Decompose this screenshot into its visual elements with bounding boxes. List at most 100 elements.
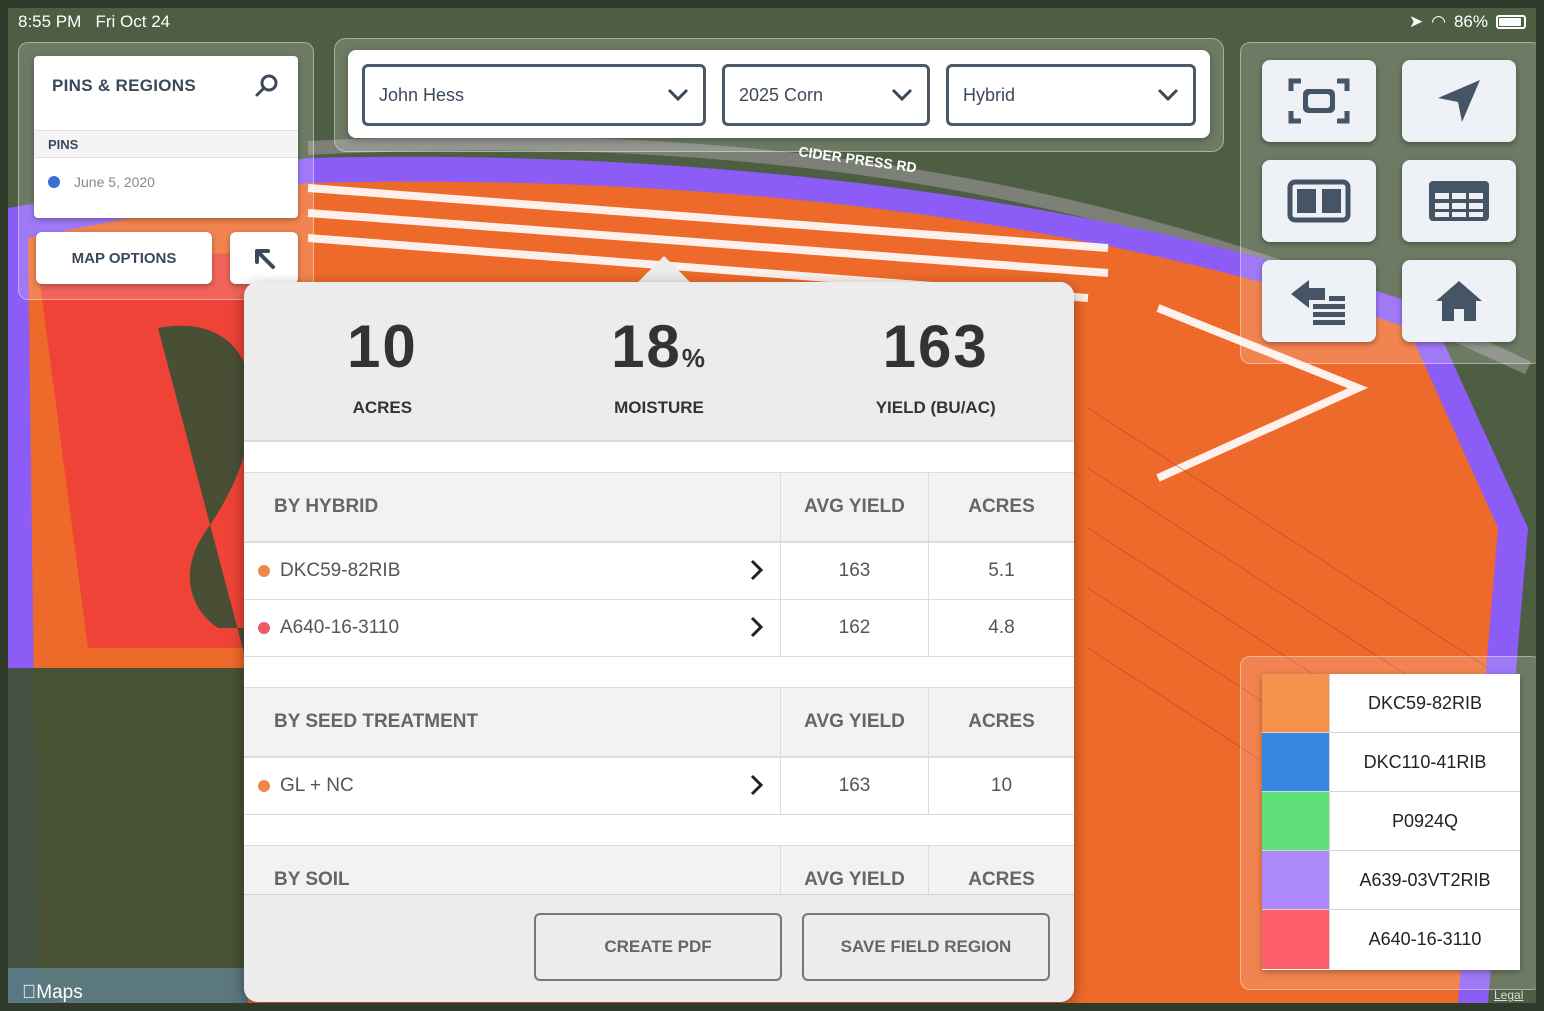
wifi-icon: ◠ (1431, 12, 1446, 31)
row-name-cell: A640-16-3110 (244, 600, 780, 656)
popup-footer: CREATE PDF SAVE FIELD REGION (244, 894, 1074, 1002)
chevron-down-icon (667, 88, 689, 102)
collapse-panel-button[interactable] (230, 232, 298, 284)
grower-value: John Hess (379, 84, 465, 105)
legend-label: DKC110-41RIB (1363, 751, 1487, 772)
section-by-hybrid: BY HYBRID AVG YIELD ACRES DKC59-82RIB 16… (244, 472, 1074, 657)
table-view-icon (1429, 181, 1489, 221)
map-options-button[interactable]: MAP OPTIONS (36, 232, 212, 284)
legend-swatch (1262, 733, 1330, 791)
hybrid-dot-icon (258, 565, 270, 577)
status-bar: 8:55 PM Fri Oct 24 ➤ ◠ 86% (8, 8, 1536, 34)
row-avg-yield: 163 (780, 543, 928, 599)
legend-swatch (1262, 851, 1330, 909)
legend-swatch (1262, 792, 1330, 850)
field-summary-popup: 10 ACRES 18% MOISTURE 163 YIELD (BU/AC) … (244, 282, 1074, 1002)
app-frame: CIDER PRESS RD 8:55 PM Fri Oct 24 ➤ ◠ 86… (8, 8, 1536, 1003)
zoom-fit-button[interactable] (1262, 60, 1376, 142)
stat-moisture: 18% MOISTURE (521, 282, 798, 440)
treatment-dot-icon (258, 780, 270, 792)
section-gap (244, 657, 1074, 687)
pin-item[interactable]: June 5, 2020 (34, 158, 298, 206)
summary-stats: 10 ACRES 18% MOISTURE 163 YIELD (BU/AC) (244, 282, 1074, 442)
pin-dot-icon (48, 176, 60, 188)
row-acres: 10 (928, 758, 1074, 814)
legend-row: P0924Q (1262, 792, 1520, 851)
back-list-button[interactable] (1262, 260, 1376, 342)
season-dropdown[interactable]: 2025 Corn (722, 64, 930, 126)
location-services-icon: ➤ (1408, 12, 1424, 31)
split-view-button[interactable] (1262, 160, 1376, 242)
back-list-icon (1291, 280, 1345, 325)
acres-header: ACRES (928, 688, 1074, 756)
location-arrow-icon (1438, 80, 1480, 122)
layer-dropdown[interactable]: Hybrid (946, 64, 1196, 126)
split-view-icon (1287, 179, 1351, 223)
row-name: DKC59-82RIB (280, 560, 401, 581)
section-title: BY SEED TREATMENT (274, 711, 479, 732)
layer-value: Hybrid (963, 84, 1016, 105)
legend-row: DKC110-41RIB (1262, 733, 1520, 792)
collapse-arrow-icon (255, 249, 275, 269)
apple-logo-icon:  (22, 982, 36, 1003)
row-avg-yield: 162 (780, 600, 928, 656)
row-acres: 4.8 (928, 600, 1074, 656)
zoom-fit-icon (1288, 78, 1350, 124)
maps-attribution: Maps (22, 982, 83, 1003)
row-avg-yield: 163 (780, 758, 928, 814)
avg-yield-header: AVG YIELD (780, 688, 928, 756)
chevron-right-icon (750, 774, 764, 796)
search-icon[interactable] (254, 73, 280, 99)
chevron-down-icon (891, 88, 913, 102)
status-time: 8:55 PM (18, 12, 82, 31)
home-icon (1436, 281, 1482, 321)
legend-label: A640-16-3110 (1368, 929, 1482, 949)
section-by-seed-treatment: BY SEED TREATMENT AVG YIELD ACRES GL + N… (244, 687, 1074, 815)
table-row[interactable]: A640-16-3110 162 4.8 (244, 600, 1074, 657)
legend-label: DKC59-82RIB (1367, 692, 1483, 713)
section-gap (244, 815, 1074, 845)
save-field-region-button[interactable]: SAVE FIELD REGION (802, 913, 1050, 981)
chevron-down-icon (1157, 88, 1179, 102)
hybrid-legend: DKC59-82RIB DKC110-41RIB P0924Q A639-03V… (1262, 674, 1520, 970)
row-name-cell: DKC59-82RIB (244, 543, 780, 599)
home-button[interactable] (1402, 260, 1516, 342)
filter-bar: John Hess 2025 Corn Hybrid (348, 50, 1210, 138)
status-indicators: ➤ ◠ 86% (1409, 12, 1526, 32)
section-title: BY HYBRID (274, 496, 379, 517)
pin-label: June 5, 2020 (74, 174, 155, 190)
yield-label: YIELD (BU/AC) (875, 398, 996, 417)
battery-percent: 86% (1453, 12, 1488, 31)
legend-label: P0924Q (1391, 810, 1459, 831)
create-pdf-button[interactable]: CREATE PDF (534, 913, 782, 981)
hybrid-dot-icon (258, 622, 270, 634)
legal-link[interactable]: Legal (1494, 988, 1523, 1002)
avg-yield-header: AVG YIELD (780, 473, 928, 541)
status-date: Fri Oct 24 (95, 12, 171, 31)
section-gap (244, 442, 1074, 472)
moisture-label: MOISTURE (614, 398, 704, 417)
table-row[interactable]: DKC59-82RIB 163 5.1 (244, 543, 1074, 600)
grower-dropdown[interactable]: John Hess (362, 64, 706, 126)
moisture-unit: % (681, 343, 707, 373)
yield-value: 163 (882, 313, 989, 380)
legend-row: A639-03VT2RIB (1262, 851, 1520, 910)
legend-swatch (1262, 674, 1330, 732)
section-header: BY SEED TREATMENT AVG YIELD ACRES (244, 688, 1074, 758)
chevron-right-icon (750, 616, 764, 638)
pins-section-label: PINS (34, 130, 298, 158)
locate-button[interactable] (1402, 60, 1516, 142)
acres-label: ACRES (352, 398, 413, 417)
status-time-date: 8:55 PM Fri Oct 24 (18, 12, 170, 32)
popup-pointer (638, 256, 690, 282)
moisture-value: 18 (611, 313, 682, 380)
legend-label: A639-03VT2RIB (1359, 869, 1491, 890)
battery-icon (1496, 15, 1526, 29)
legend-row: A640-16-3110 (1262, 910, 1520, 969)
table-view-button[interactable] (1402, 160, 1516, 242)
legend-swatch (1262, 910, 1330, 969)
table-row[interactable]: GL + NC 163 10 (244, 758, 1074, 815)
moisture-value-wrap: 18% (611, 312, 707, 384)
pins-regions-card: PINS & REGIONS PINS June 5, 2020 (34, 56, 298, 218)
chevron-right-icon (750, 559, 764, 581)
